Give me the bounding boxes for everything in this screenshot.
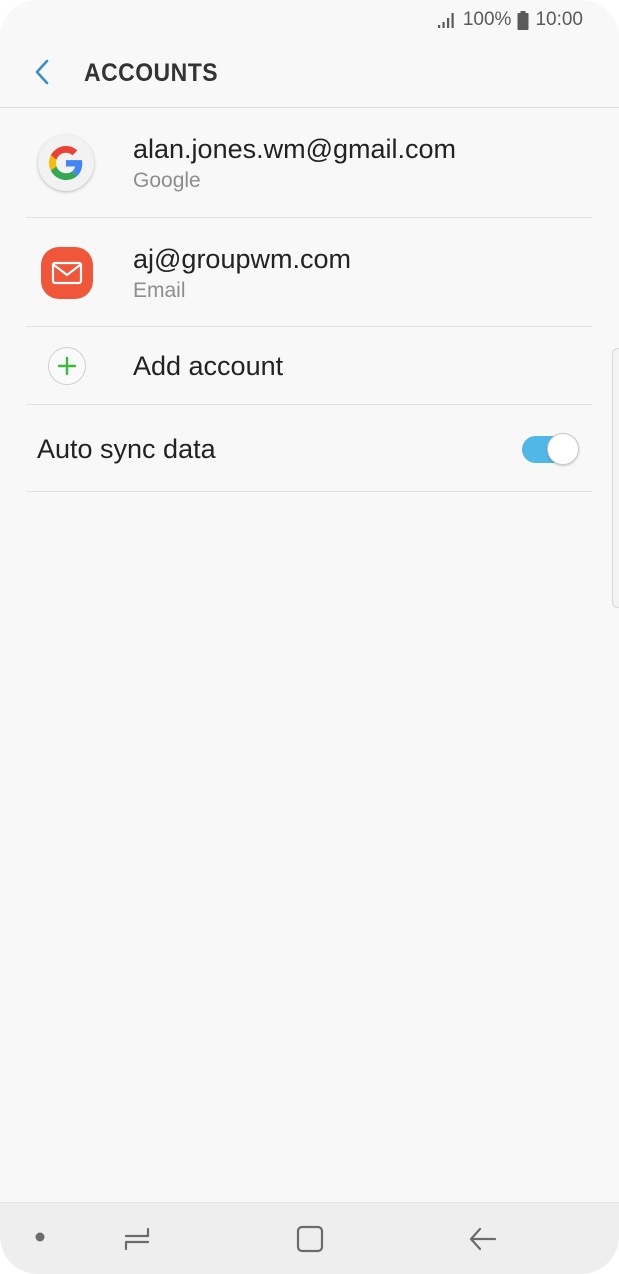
clock: 10:00 [535,9,583,30]
account-type: Google [133,169,201,192]
account-text: alan.jones.wm@gmail.com Google [133,133,456,193]
google-icon [37,135,94,191]
app-bar: ACCOUNTS [0,40,619,108]
account-name: alan.jones.wm@gmail.com [133,134,457,164]
screen: 100% 10:00 ACCOUNTS alan.jones.wm@gmail.… [0,0,619,1274]
auto-sync-row[interactable]: Auto sync data [0,405,619,492]
signal-icon [437,11,457,29]
navigation-bar [0,1202,619,1274]
account-text: aj@groupwm.com Email [133,243,351,303]
back-nav-icon[interactable] [458,1221,508,1257]
page-title: ACCOUNTS [84,59,219,87]
account-icon-slot [0,218,133,327]
status-bar: 100% 10:00 [0,0,619,40]
auto-sync-label: Auto sync data [37,433,216,464]
accounts-list: alan.jones.wm@gmail.com Google aj@groupw… [0,108,619,492]
toggle-knob [547,432,579,465]
account-row-google[interactable]: alan.jones.wm@gmail.com Google [0,108,619,218]
email-icon [40,246,93,299]
add-account-label: Add account [133,351,284,381]
divider [26,491,592,492]
account-row-email[interactable]: aj@groupwm.com Email [0,218,619,327]
back-button[interactable] [0,40,84,108]
plus-icon [47,347,86,385]
account-icon-slot [0,108,133,218]
account-name: aj@groupwm.com [133,243,351,274]
battery-icon [517,10,529,30]
edge-panel-handle[interactable] [612,348,619,608]
home-icon[interactable] [285,1219,335,1259]
add-icon-slot [0,327,133,405]
chevron-left-icon [33,58,51,90]
recent-apps-icon[interactable] [112,1221,162,1257]
battery-percent: 100% [462,9,512,30]
nav-dot-icon[interactable] [28,1225,52,1249]
account-type: Email [133,278,186,302]
add-account-button[interactable]: Add account [0,327,619,405]
auto-sync-toggle[interactable] [522,432,579,465]
